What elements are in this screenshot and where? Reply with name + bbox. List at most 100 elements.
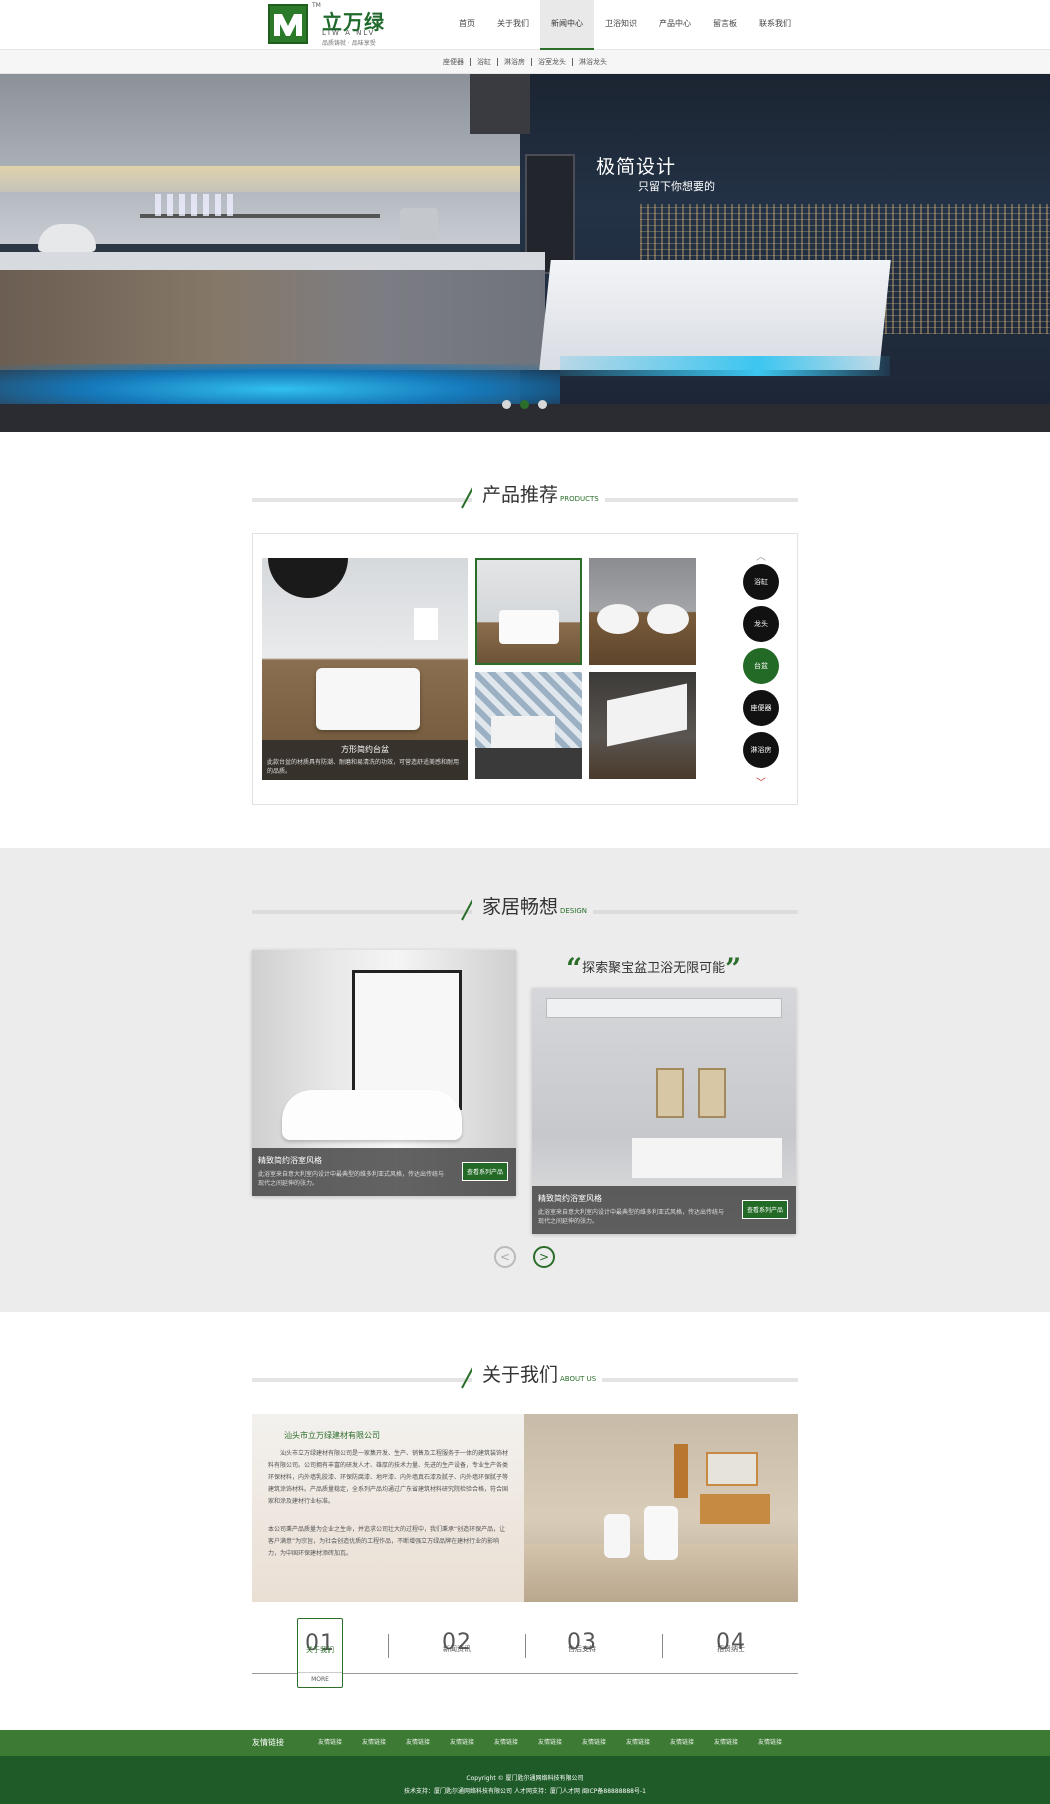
friend-link[interactable]: 友情链接: [362, 1730, 406, 1756]
brand-name-en: LIW A NLV: [322, 29, 376, 37]
about-paragraph: 本公司秉产品质量为企业之生命，并追求公司壮大的过程中，我们秉承“创造环保产品，让…: [268, 1526, 506, 1557]
banner-pot: [400, 208, 438, 240]
design-heading: 家居畅想 DESIGN: [252, 890, 798, 924]
about-tabs: 01 关于我们 MORE 02 新闻资讯 03 售后支持 04 招贤纳士: [252, 1618, 798, 1688]
design-title: 精致简约浴室风格: [538, 1194, 602, 1203]
nav-item-news[interactable]: 新闻中心: [540, 0, 594, 50]
hero-banner[interactable]: 极简设计 只留下你想要的: [0, 74, 1050, 432]
product-caption: 方形简约台盆 此款台盆的材质具有防潮、耐磨和易清洗的功效，可营造舒适美感和耐用的…: [262, 740, 468, 780]
basin-shape: [316, 668, 420, 730]
tab-about[interactable]: 01 关于我们 MORE: [297, 1618, 343, 1688]
friend-links-bar: 友情链接 友情链接 友情链接 友情链接 友情链接 友情链接 友情链接 友情链接 …: [0, 1730, 1050, 1756]
section-title-en: PRODUCTS: [560, 495, 599, 503]
subnav-item[interactable]: 浴缸: [471, 57, 498, 66]
nav-item-about[interactable]: 关于我们: [486, 0, 540, 50]
view-series-button[interactable]: 查看系列产品: [461, 1162, 508, 1181]
section-title-text: 关于我们: [482, 1364, 559, 1386]
design-card[interactable]: 精致简约浴室风格 此浴室来自意大利室内设计中最典型的维多利亚式风格，传达出传统与…: [252, 950, 516, 1196]
category-faucet[interactable]: 龙头: [743, 606, 779, 642]
section-title: 家居畅想 DESIGN: [472, 890, 593, 924]
subnav-item[interactable]: 淋浴龙头: [573, 58, 613, 66]
header: TM 立万绿 LIW A NLV 品质铸就 · 品味享受 首页 关于我们 新闻中…: [0, 0, 1050, 50]
nav-item-guestbook[interactable]: 留言板: [702, 0, 748, 50]
friend-link[interactable]: 友情链接: [318, 1730, 362, 1756]
design-desc: 此浴室来自意大利室内设计中最典型的维多利亚式风格，传达出传统与现代之间延伸的张力…: [538, 1209, 725, 1225]
nav-item-contact[interactable]: 联系我们: [748, 0, 802, 50]
banner-island: [539, 260, 891, 370]
category-toilet[interactable]: 座便器: [743, 690, 779, 726]
friend-link[interactable]: 友情链接: [670, 1730, 714, 1756]
friend-link[interactable]: 友情链接: [538, 1730, 582, 1756]
design-quote: “探索聚宝盆卫浴无限可能”: [566, 952, 741, 985]
product-thumb[interactable]: [589, 558, 696, 665]
banner-cabinets: [0, 270, 545, 370]
banner-range-hood: [470, 74, 530, 134]
chevron-down-icon[interactable]: ﹀: [753, 774, 769, 789]
section-title-en: DESIGN: [560, 907, 587, 915]
banner-subtitle: 只留下你想要的: [638, 180, 715, 193]
quote-close-icon: ”: [725, 952, 742, 985]
about-text-panel: 汕头市立万绿建材有限公司 汕头市立万绿建材有限公司是一家集开发、生产、销售及工程…: [252, 1414, 524, 1602]
next-arrow-icon[interactable]: >: [533, 1246, 555, 1268]
friend-link[interactable]: 友情链接: [450, 1730, 494, 1756]
book-shape: [414, 608, 438, 640]
nav-item-knowledge[interactable]: 卫浴知识: [594, 0, 648, 50]
copyright-text: Copyright © 厦门匙尔通网络科技有限公司: [466, 1775, 584, 1782]
product-thumb[interactable]: [589, 672, 696, 779]
subnav-item[interactable]: 浴室龙头: [532, 57, 573, 66]
bathtub-shape: [282, 1090, 462, 1140]
tab-divider: [388, 1634, 389, 1658]
category-bathtub[interactable]: 浴缸: [743, 564, 779, 600]
nav-item-products[interactable]: 产品中心: [648, 0, 702, 50]
design-card[interactable]: 精致简约浴室风格 此浴室来自意大利室内设计中最典型的维多利亚式风格，传达出传统与…: [532, 988, 796, 1234]
basin-shape: [647, 604, 689, 634]
tab-support[interactable]: 03 售后支持: [537, 1618, 627, 1688]
banner-dot[interactable]: [502, 400, 511, 409]
product-desc: 此款台盆的材质具有防潮、耐磨和易清洗的功效，可营造舒适美感和耐用的品质。: [267, 759, 460, 775]
category-shower[interactable]: 淋浴房: [743, 732, 779, 768]
category-basin[interactable]: 台盆: [743, 648, 779, 684]
friend-link[interactable]: 友情链接: [494, 1730, 538, 1756]
friend-link[interactable]: 友情链接: [758, 1730, 802, 1756]
mirror-shape: [698, 1068, 726, 1118]
more-link[interactable]: MORE: [298, 1672, 342, 1683]
subnav-item[interactable]: 淋浴房: [498, 57, 532, 66]
tab-news[interactable]: 02 新闻资讯: [412, 1618, 502, 1688]
banner-kitchen-wall: [0, 74, 540, 244]
chevron-up-icon[interactable]: ︿: [753, 548, 769, 563]
product-title: 方形简约台盆: [341, 745, 389, 754]
product-thumb[interactable]: [475, 672, 582, 779]
about-panel: 汕头市立万绿建材有限公司 汕头市立万绿建材有限公司是一家集开发、生产、销售及工程…: [252, 1414, 798, 1602]
design-caption: 精致简约浴室风格 此浴室来自意大利室内设计中最典型的维多利亚式风格，传达出传统与…: [532, 1186, 796, 1234]
nav-item-home[interactable]: 首页: [448, 0, 486, 50]
subnav-item[interactable]: 座便器: [437, 57, 471, 66]
counter-shape: [475, 748, 582, 779]
section-title-en: ABOUT US: [560, 1375, 597, 1383]
vanity-shape: [632, 1138, 782, 1178]
bidet-shape: [604, 1514, 630, 1558]
window-shape: [352, 970, 462, 1110]
basin-shape: [491, 716, 555, 748]
toilet-shape: [644, 1506, 678, 1560]
tab-jobs[interactable]: 04 招贤纳士: [686, 1618, 776, 1688]
prev-arrow-icon[interactable]: <: [494, 1246, 516, 1268]
products-heading: 产品推荐 PRODUCTS: [252, 478, 798, 512]
cabinet-shape: [700, 1494, 770, 1524]
friend-link[interactable]: 友情链接: [714, 1730, 758, 1756]
product-featured-image[interactable]: 方形简约台盆 此款台盆的材质具有防潮、耐磨和易清洗的功效，可营造舒适美感和耐用的…: [262, 558, 468, 780]
tab-label: 售后支持: [568, 1645, 596, 1653]
transom-shape: [546, 998, 782, 1018]
product-thumb-active[interactable]: [475, 558, 582, 665]
banner-dot-active[interactable]: [520, 400, 529, 409]
section-title-text: 家居畅想: [482, 896, 559, 918]
banner-dot[interactable]: [538, 400, 547, 409]
friend-link[interactable]: 友情链接: [626, 1730, 670, 1756]
brand-slogan: 品质铸就 · 品味享受: [322, 40, 376, 47]
friend-link[interactable]: 友情链接: [582, 1730, 626, 1756]
about-paragraph: 汕头市立万绿建材有限公司是一家集开发、生产、销售及工程服务于一体的建筑装饰材料有…: [268, 1450, 509, 1505]
section-title: 产品推荐 PRODUCTS: [472, 478, 605, 512]
logo[interactable]: TM 立万绿 LIW A NLV 品质铸就 · 品味享受: [268, 2, 390, 47]
friend-link[interactable]: 友情链接: [406, 1730, 450, 1756]
view-series-button[interactable]: 查看系列产品: [741, 1200, 788, 1219]
banner-under-light: [0, 166, 520, 192]
